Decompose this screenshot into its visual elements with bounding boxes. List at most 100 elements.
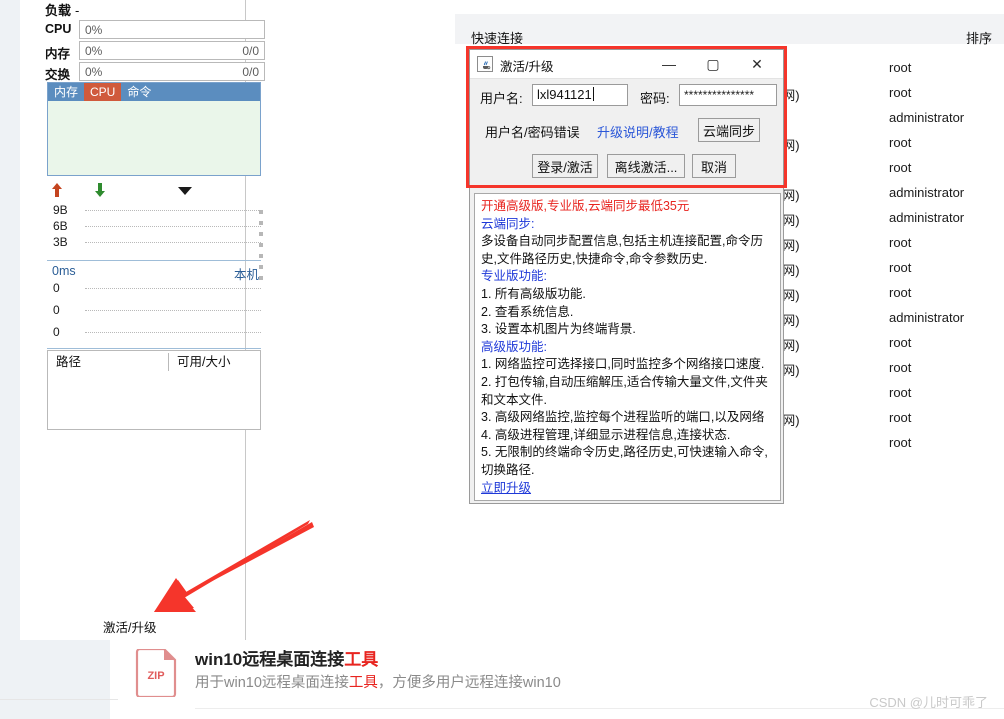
csdn-watermark: CSDN @儿时可乖了 (869, 695, 988, 710)
activate-upgrade-link[interactable]: 激活/升级 (103, 617, 156, 636)
meter-cpu-bar: 0% (79, 20, 265, 39)
gridline (85, 310, 261, 311)
info-section-line: 4. 高级进程管理,详细显示进程信息,连接状态. (481, 427, 731, 442)
host-row-user[interactable]: root (889, 60, 911, 75)
gridline (85, 332, 261, 333)
upgrade-info-panel[interactable]: 开通高级版,专业版,云端同步最低35元 云端同步: 多设备自动同步配置信息,包括主机… (474, 193, 781, 501)
info-section-line: 1. 所有高级版功能. (481, 286, 586, 301)
lat-ytick-0b: 0 (53, 303, 60, 317)
host-row-user[interactable]: administrator (889, 210, 964, 225)
latency-graph[interactable]: 0ms 本机 0 0 0 (47, 262, 261, 349)
meter-memory-ratio: 0/0 (242, 44, 259, 58)
latency-host-label: 本机 (233, 268, 259, 282)
host-row-user[interactable]: root (889, 335, 911, 350)
info-section-line: 史,文件路径历史,快捷命令,命令参数历史. (481, 251, 708, 266)
host-row-user[interactable]: root (889, 135, 911, 150)
net-ytick-9b: 9B (53, 203, 68, 217)
upgrade-now-link[interactable]: 立即升级 (481, 481, 531, 495)
process-table[interactable]: 内存 CPU 命令 (47, 82, 261, 176)
load-value: - (75, 3, 80, 18)
network-graph-toolbar (45, 182, 261, 200)
attachment-title-highlight: 工具 (344, 650, 379, 669)
zip-file-icon: ZIP (135, 649, 177, 697)
info-section-line: 2. 查看系统信息. (481, 304, 574, 319)
host-row-user[interactable]: root (889, 435, 911, 450)
system-monitor-panel: 负载 - CPU 0% 内存 0% 0/0 交换 0% 0/0 内存 CPU 命令 (20, 0, 265, 640)
page-bottom-left-gutter (0, 640, 110, 719)
attachment-title-plain: win10远程桌面连接 (195, 650, 345, 669)
process-table-body (48, 101, 260, 175)
divider (0, 699, 118, 700)
load-row: 负载 - (45, 0, 79, 19)
info-section-line: 2. 打包传输,自动压缩解压,适合传输大量文件,文件夹 (481, 374, 768, 389)
host-row-user[interactable]: root (889, 285, 911, 300)
lat-ytick-0a: 0 (53, 281, 60, 295)
host-row-user[interactable]: root (889, 385, 911, 400)
host-row-user[interactable]: administrator (889, 185, 964, 200)
attachment-description: 用于win10远程桌面连接工具，方便多用户远程连接win10 (195, 671, 561, 692)
info-section-line: 5. 无限制的终端命令历史,路径历史,可快速输入命令, (481, 445, 768, 460)
meter-memory-label: 内存 (45, 47, 71, 61)
info-section-heading: 云端同步: (481, 216, 535, 231)
arrow-down-icon (93, 182, 107, 201)
gridline (85, 242, 261, 243)
meter-memory-bar: 0% 0/0 (79, 41, 265, 60)
column-cpu[interactable]: CPU (84, 83, 122, 101)
gridline (85, 288, 261, 289)
gridline (85, 226, 261, 227)
page-left-gutter (0, 0, 20, 640)
quick-connect-title: 快速连接 (471, 31, 524, 46)
meter-swap-bar: 0% 0/0 (79, 62, 265, 81)
meter-cpu-label: CPU (45, 22, 72, 36)
network-speed-graph[interactable]: 9B 6B 3B (47, 200, 261, 261)
column-path[interactable]: 路径 (48, 351, 168, 373)
column-command[interactable]: 命令 (121, 83, 157, 101)
upgrade-now-link-row: 立即升级 (481, 480, 774, 498)
host-row-user[interactable]: root (889, 260, 911, 275)
attachment-desc-suffix: ，方便多用户远程连接win10 (377, 675, 561, 691)
info-section-line: 3. 设置本机图片为终端背景. (481, 322, 636, 337)
info-section-heading: 高级版功能: (481, 339, 547, 354)
info-section-heading: 专业版功能: (481, 269, 547, 284)
column-avail-size[interactable]: 可用/大小 (169, 351, 238, 373)
info-section-line: 和文本文件. (481, 392, 547, 407)
svg-text:ZIP: ZIP (147, 670, 164, 682)
attachment-title[interactable]: win10远程桌面连接工具 (195, 645, 378, 670)
info-section-line: 多设备自动同步配置信息,包括主机连接配置,命令历 (481, 234, 763, 249)
chevron-down-icon[interactable] (178, 187, 192, 195)
info-section-line: 1. 网络监控可选择接口,同时监控多个网络接口速度. (481, 357, 765, 372)
path-table[interactable]: 路径 可用/大小 (47, 350, 261, 430)
annotation-highlight-box (466, 46, 787, 188)
host-row-user[interactable]: root (889, 410, 911, 425)
latency-unit-label: 0ms (52, 264, 76, 278)
process-table-header: 内存 CPU 命令 (48, 83, 260, 101)
info-section-line: 切换路径. (481, 462, 535, 477)
net-ytick-3b: 3B (53, 235, 68, 249)
panel-scrollbar[interactable] (259, 210, 264, 295)
host-row-user[interactable]: administrator (889, 310, 964, 325)
path-table-header: 路径 可用/大小 (48, 351, 260, 373)
host-row-user[interactable]: root (889, 360, 911, 375)
attachment-desc-highlight: 工具 (348, 675, 378, 691)
meter-cpu-percent: 0% (85, 23, 103, 37)
promo-text: 开通高级版,专业版,云端同步最低35元 (481, 199, 690, 213)
gridline (85, 210, 261, 211)
host-row-user[interactable]: root (889, 85, 911, 100)
host-row-user[interactable]: administrator (889, 110, 964, 125)
quick-connect-header (455, 14, 1004, 44)
meter-swap-label: 交换 (45, 68, 71, 82)
arrow-up-icon (50, 182, 64, 201)
attachment-desc-prefix: 用于win10远程桌面连接 (195, 675, 349, 691)
info-section-line: 3. 高级网络监控,监控每个进程监听的端口,以及网络 (481, 410, 765, 425)
net-ytick-6b: 6B (53, 219, 68, 233)
load-label: 负载 (45, 3, 72, 18)
host-row-user[interactable]: root (889, 235, 911, 250)
upgrade-info-content: 开通高级版,专业版,云端同步最低35元 云端同步: 多设备自动同步配置信息,包括主机… (475, 194, 780, 497)
column-memory[interactable]: 内存 (48, 83, 84, 101)
meter-swap-ratio: 0/0 (242, 65, 259, 79)
lat-ytick-0c: 0 (53, 325, 60, 339)
meter-memory-percent: 0% (85, 44, 103, 58)
host-row-user[interactable]: root (889, 160, 911, 175)
meter-swap-percent: 0% (85, 65, 103, 79)
sort-button[interactable]: 排序 (966, 28, 992, 47)
